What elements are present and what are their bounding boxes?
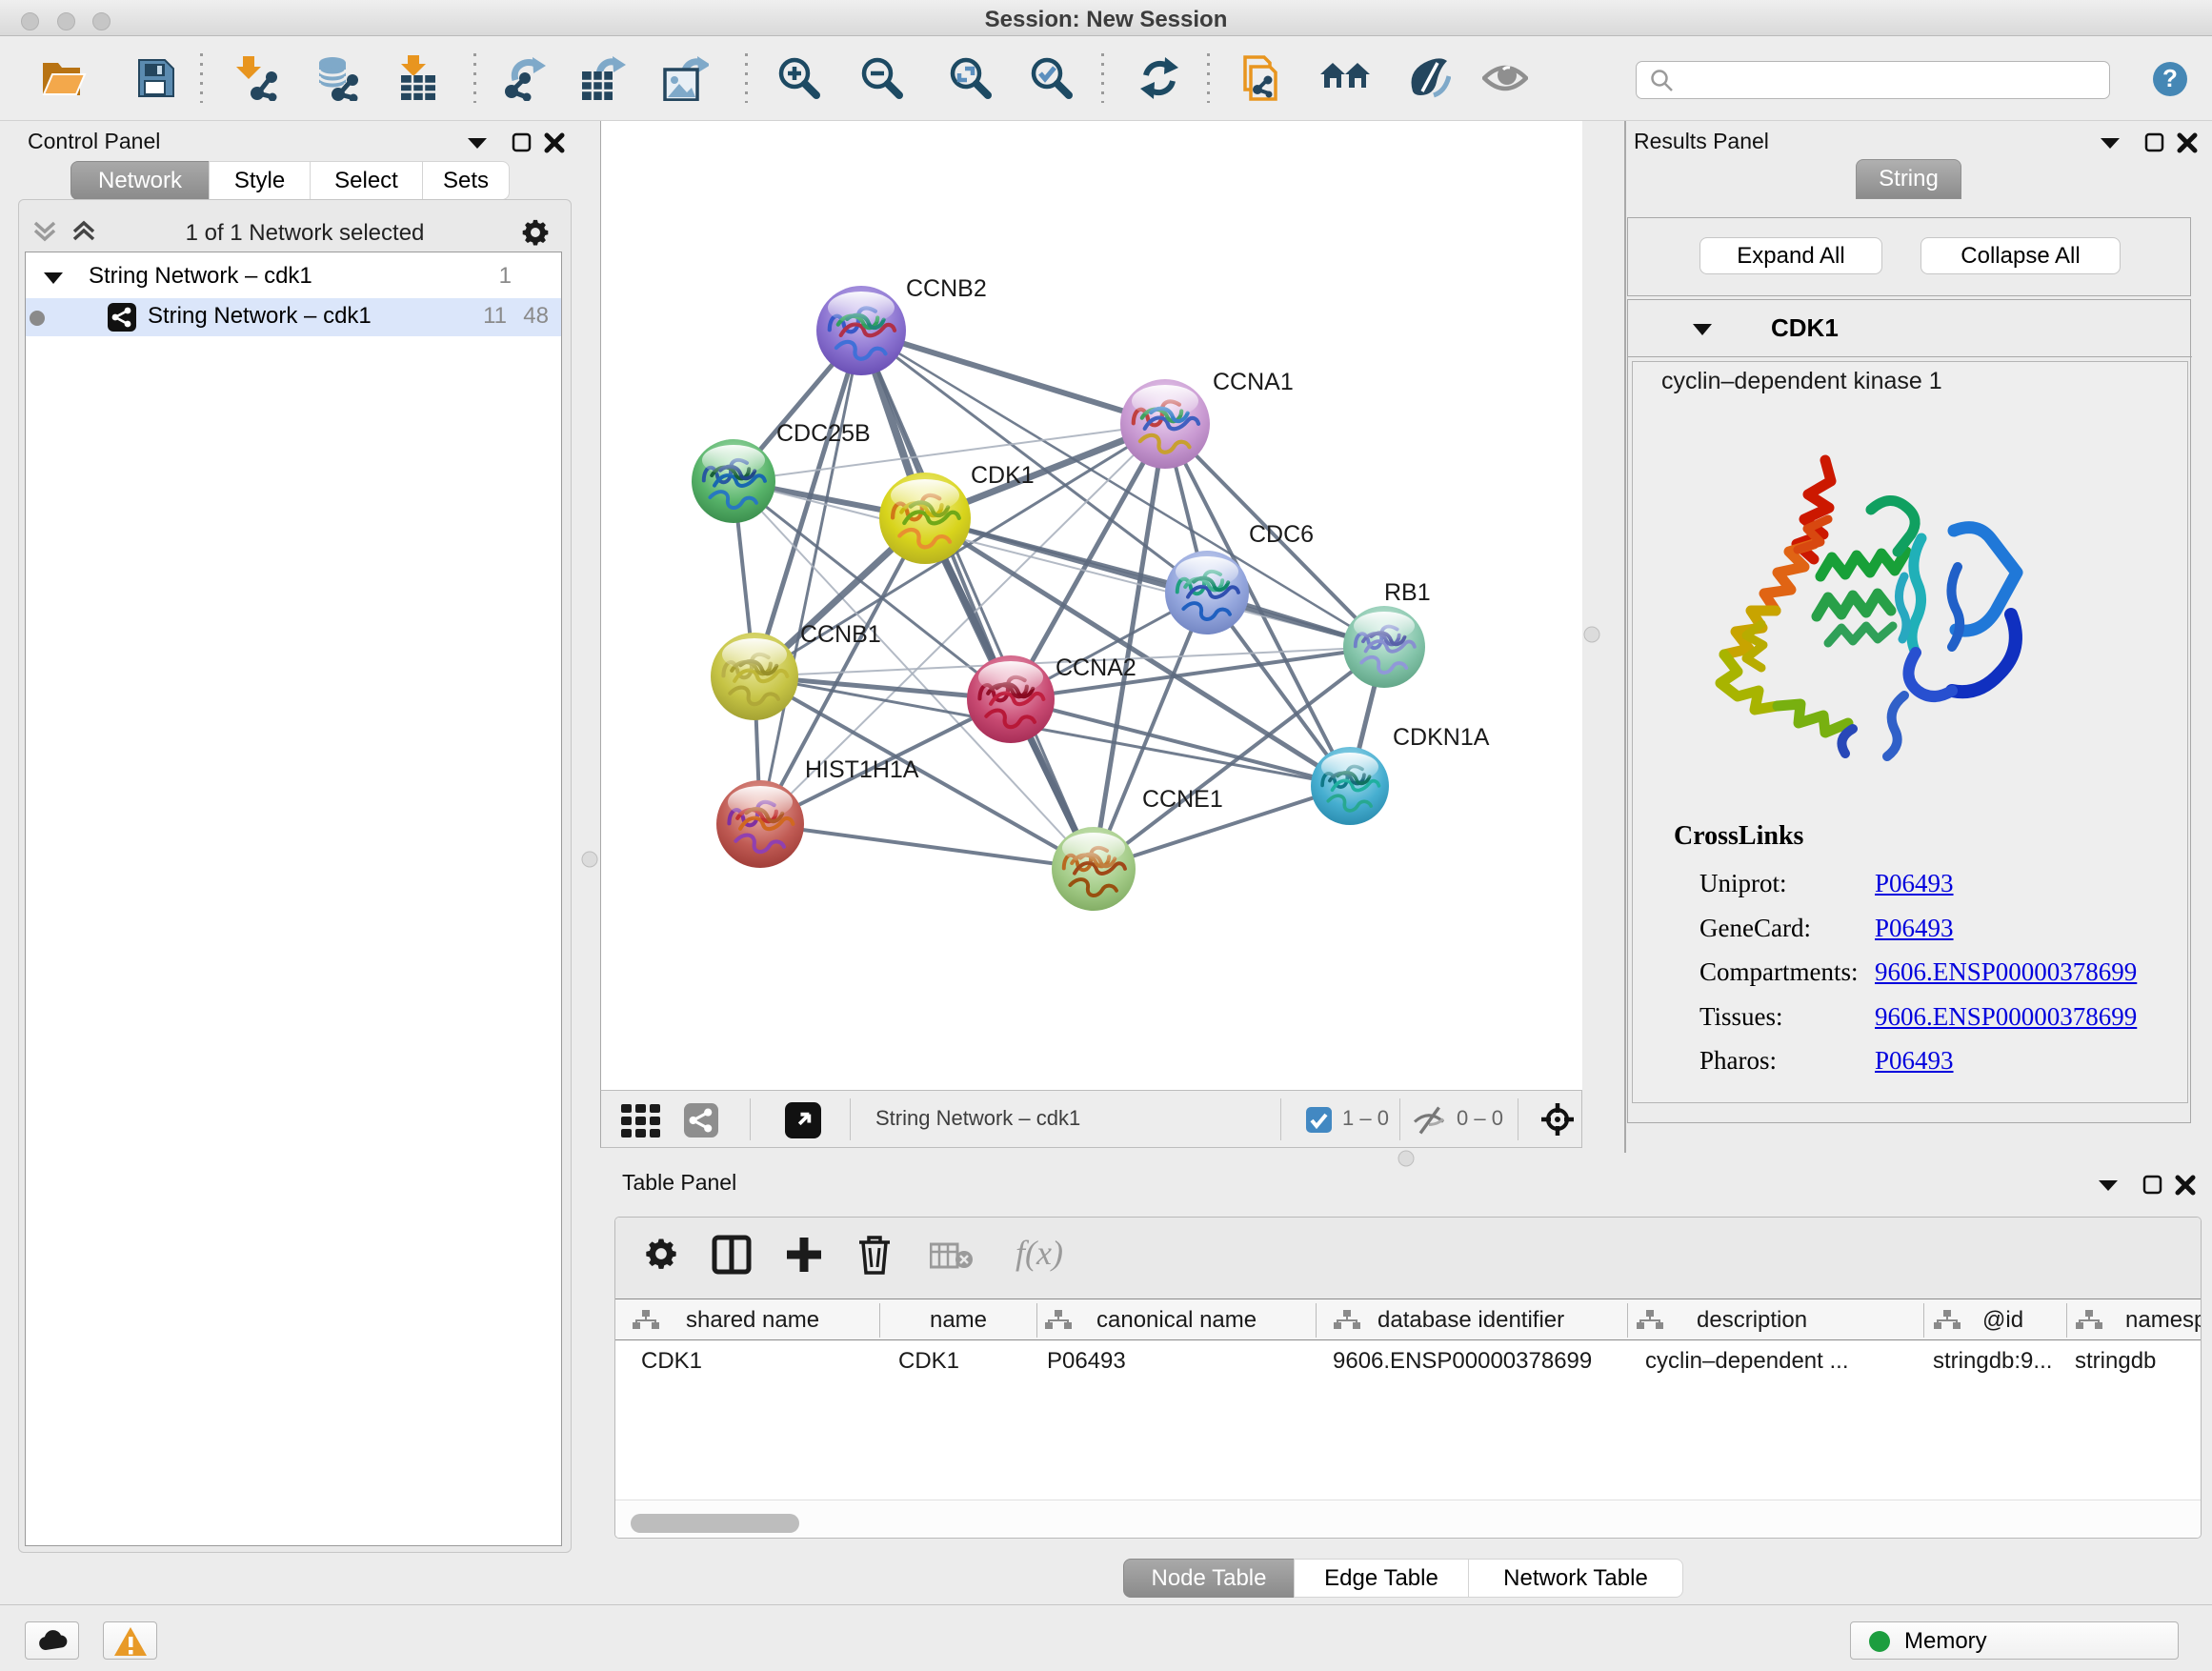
svg-text:CCNE1: CCNE1 — [1142, 786, 1223, 813]
svg-text:CDC25B: CDC25B — [776, 420, 871, 447]
svg-text:CCNA1: CCNA1 — [1213, 369, 1294, 395]
svg-text:CDK1: CDK1 — [971, 462, 1035, 489]
svg-text:?: ? — [2162, 64, 2178, 92]
svg-text:RB1: RB1 — [1384, 579, 1431, 606]
svg-text:HIST1H1A: HIST1H1A — [805, 756, 919, 783]
svg-text:CCNB1: CCNB1 — [800, 621, 881, 648]
svg-text:CDC6: CDC6 — [1249, 521, 1314, 548]
svg-text:CDKN1A: CDKN1A — [1393, 724, 1490, 751]
svg-text:CCNA2: CCNA2 — [1056, 654, 1136, 681]
svg-text:CCNB2: CCNB2 — [906, 275, 987, 302]
